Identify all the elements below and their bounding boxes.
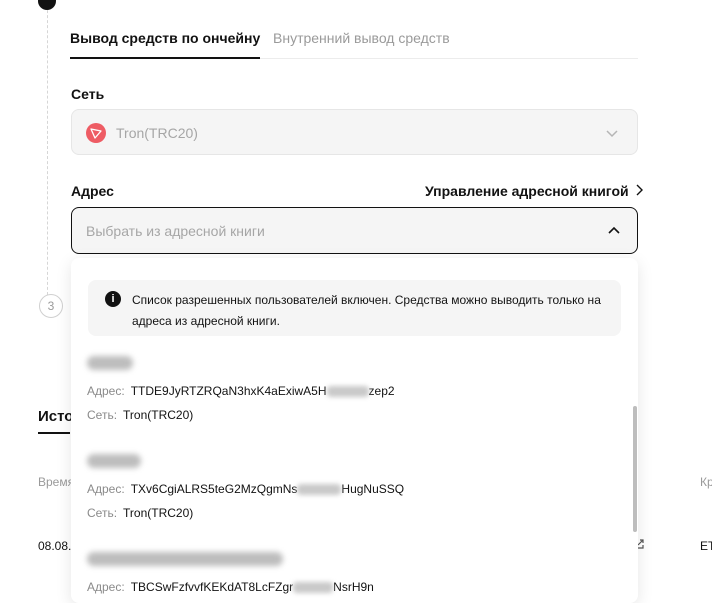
address-key: Адрес: — [87, 482, 125, 496]
entry-address-row: Адрес: TTDE9JyRTZRQaN3hxK4aExiwA5H zep2 — [87, 384, 607, 398]
address-end: NsrH9n — [333, 580, 374, 594]
network-key: Сеть: — [87, 506, 118, 520]
step-indicator-3: 3 — [39, 294, 63, 318]
chevron-up-icon[interactable] — [607, 224, 621, 243]
entry-address-row: Адрес: TBCSwFzfvvfKEKdAT8LcFZgr NsrH9n — [87, 580, 607, 594]
chevron-down-icon — [605, 126, 619, 145]
address-start: TXv6CgiALRS5teG2MzQgmNs — [130, 482, 298, 496]
history-col-time: Время — [38, 475, 75, 489]
network-label: Сеть — [71, 86, 105, 102]
redacted-segment — [293, 582, 334, 594]
whitelist-notice-text: Список разрешенных пользователей включен… — [132, 293, 601, 328]
address-field[interactable] — [71, 207, 638, 254]
history-title: Исто — [38, 408, 74, 425]
manage-address-book-label: Управление адресной книгой — [425, 183, 629, 199]
redacted-segment — [326, 386, 369, 398]
address-end: HugNuSSQ — [341, 482, 405, 496]
history-row-date: 08.08. — [38, 539, 72, 553]
redacted-segment — [297, 484, 342, 496]
address-start: TBCSwFzfvvfKEKdAT8LcFZgr — [130, 580, 294, 594]
entry-name-redacted — [87, 356, 133, 370]
tab-onchain-withdraw[interactable]: Вывод средств по ончейну — [70, 30, 261, 59]
entry-network: Tron(TRC20) — [123, 408, 194, 422]
entry-address-row: Адрес: TXv6CgiALRS5teG2MzQgmNs HugNuSSQ — [87, 482, 607, 496]
address-key: Адрес: — [87, 384, 125, 398]
stepper-line — [47, 0, 48, 300]
history-col-right: Кр — [700, 475, 712, 489]
manage-address-book-link[interactable]: Управление адресной книгой — [425, 183, 643, 199]
chevron-right-icon — [635, 183, 643, 199]
address-book-dropdown: i Список разрешенных пользователей включ… — [71, 258, 638, 603]
address-book-entry[interactable]: Адрес: TXv6CgiALRS5teG2MzQgmNs HugNuSSQ Се… — [87, 454, 607, 530]
withdraw-tabs: Вывод средств по ончейну Внутренний выво… — [70, 30, 638, 59]
network-select[interactable]: Tron(TRC20) — [71, 109, 638, 155]
network-value: Tron(TRC20) — [116, 125, 198, 141]
address-label: Адрес — [71, 183, 114, 199]
address-book-entry[interactable]: Адрес: TBCSwFzfvvfKEKdAT8LcFZgr NsrH9n — [87, 552, 607, 603]
address-input[interactable] — [84, 222, 588, 240]
entry-network-row: Сеть: Tron(TRC20) — [87, 408, 607, 422]
address-key: Адрес: — [87, 580, 125, 594]
address-end: zep2 — [368, 384, 395, 398]
address-start: TTDE9JyRTZRQaN3hxK4aExiwA5H — [130, 384, 327, 398]
entry-network-row: Сеть: Tron(TRC20) — [87, 506, 607, 520]
entry-name-redacted — [87, 552, 283, 566]
tron-icon — [86, 123, 106, 143]
address-book-entry[interactable]: Адрес: TTDE9JyRTZRQaN3hxK4aExiwA5H zep2 Се… — [87, 356, 607, 432]
entry-network: Tron(TRC20) — [123, 506, 194, 520]
tab-internal-withdraw[interactable]: Внутренний вывод средств — [273, 30, 450, 46]
dropdown-scrollbar[interactable] — [633, 406, 637, 532]
network-key: Сеть: — [87, 408, 118, 422]
entry-name-redacted — [87, 454, 141, 468]
whitelist-notice: i Список разрешенных пользователей включ… — [88, 280, 621, 336]
history-row-right: ET — [700, 539, 712, 553]
step-indicator-active — [38, 0, 56, 10]
history-tab-underline — [38, 432, 70, 434]
info-icon: i — [105, 291, 121, 307]
